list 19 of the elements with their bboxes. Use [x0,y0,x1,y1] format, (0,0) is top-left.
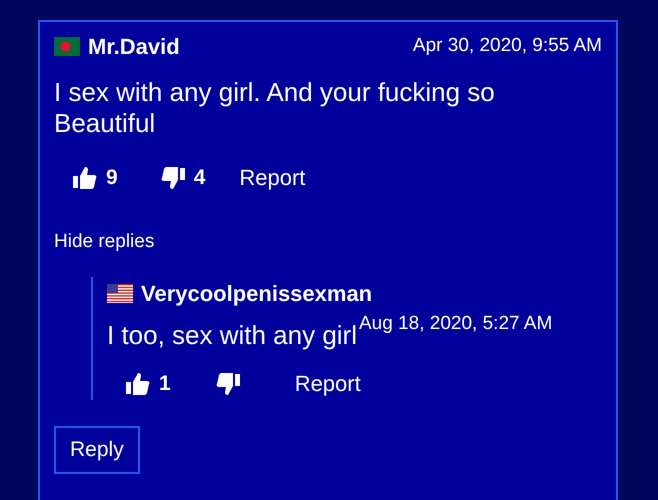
thumbs-down-icon[interactable] [160,164,186,191]
comment-text: I sex with any girl. And your fucking so Beautiful [54,77,496,140]
dislike-button[interactable] [214,370,241,397]
like-button[interactable]: 9 [72,162,118,194]
timestamp: Apr 30, 2020, 9:55 AM [412,34,602,58]
report-button[interactable]: Report [239,161,306,194]
hide-replies-link[interactable]: Hide replies [54,228,154,257]
reply-button[interactable]: Reply [54,426,140,474]
reply-text: I too, sex with any girl [107,320,357,352]
flag-icon [107,284,133,303]
timestamp: Aug 18, 2020, 5:27 AM [359,312,552,336]
thumbs-up-icon[interactable] [72,164,98,191]
author-name[interactable]: Verycoolpenissexman [141,276,372,310]
dislike-button[interactable]: 4 [160,162,206,194]
flag-icon [54,37,80,56]
report-button[interactable]: Report [294,367,361,400]
thumbs-up-icon[interactable] [125,370,151,397]
like-button[interactable]: 1 [125,368,171,400]
author-name[interactable]: Mr.David [88,30,180,63]
